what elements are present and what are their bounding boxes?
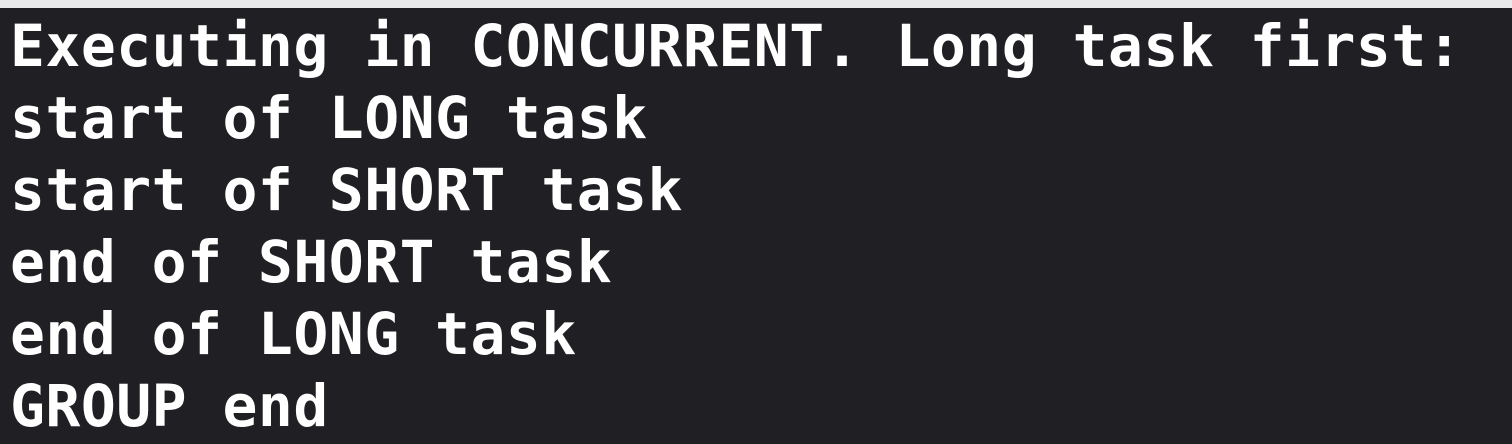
console-output: Executing in CONCURRENT. Long task first… — [0, 0, 1512, 444]
console-line: Executing in CONCURRENT. Long task first… — [10, 12, 1463, 80]
console-line: end of SHORT task — [10, 228, 613, 296]
console-line: start of SHORT task — [10, 156, 683, 224]
console-line: GROUP end — [10, 372, 329, 440]
console-line: end of LONG task — [10, 300, 577, 368]
console-line: start of LONG task — [10, 84, 648, 152]
